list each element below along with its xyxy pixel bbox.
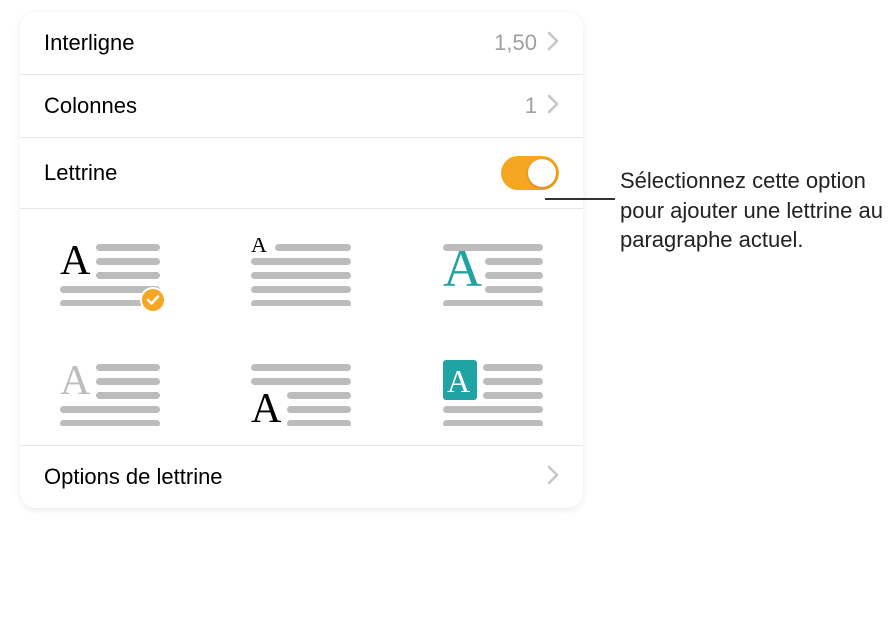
colonnes-value: 1 (525, 93, 537, 119)
chevron-right-icon (547, 465, 559, 490)
callout-text: Sélectionnez cette option pour ajouter u… (620, 166, 890, 255)
callout-leader-line (545, 198, 615, 200)
svg-text:A: A (251, 238, 267, 257)
svg-text:A: A (60, 238, 91, 284)
dropcap-style-3[interactable]: A (443, 237, 543, 307)
colonnes-label: Colonnes (44, 93, 137, 119)
row-colonnes[interactable]: Colonnes 1 (20, 75, 583, 138)
dropcap-style-1[interactable]: A (60, 237, 160, 307)
svg-text:A: A (60, 358, 91, 404)
row-lettrine: Lettrine (20, 138, 583, 209)
row-interligne[interactable]: Interligne 1,50 (20, 12, 583, 75)
check-icon (140, 287, 166, 313)
row-options-lettrine[interactable]: Options de lettrine (20, 446, 583, 508)
dropcap-styles-section: A A (20, 209, 583, 446)
interligne-value-container: 1,50 (494, 30, 559, 56)
dropcap-styles-grid: A A (44, 237, 559, 427)
chevron-right-icon (547, 94, 559, 119)
dropcap-style-4[interactable]: A (60, 357, 160, 427)
dropcap-style-5[interactable]: A (251, 357, 351, 427)
dropcap-style-6[interactable]: A (443, 357, 543, 427)
lettrine-label: Lettrine (44, 160, 117, 186)
options-lettrine-label: Options de lettrine (44, 464, 223, 490)
chevron-right-icon (547, 31, 559, 56)
dropcap-style-2[interactable]: A (251, 237, 351, 307)
interligne-value: 1,50 (494, 30, 537, 56)
colonnes-value-container: 1 (525, 93, 559, 119)
interligne-label: Interligne (44, 30, 135, 56)
text-format-panel: Interligne 1,50 Colonnes 1 Lettrine A (20, 12, 583, 508)
lettrine-toggle[interactable] (501, 156, 559, 190)
svg-text:A: A (251, 386, 282, 426)
svg-text:A: A (447, 363, 470, 399)
